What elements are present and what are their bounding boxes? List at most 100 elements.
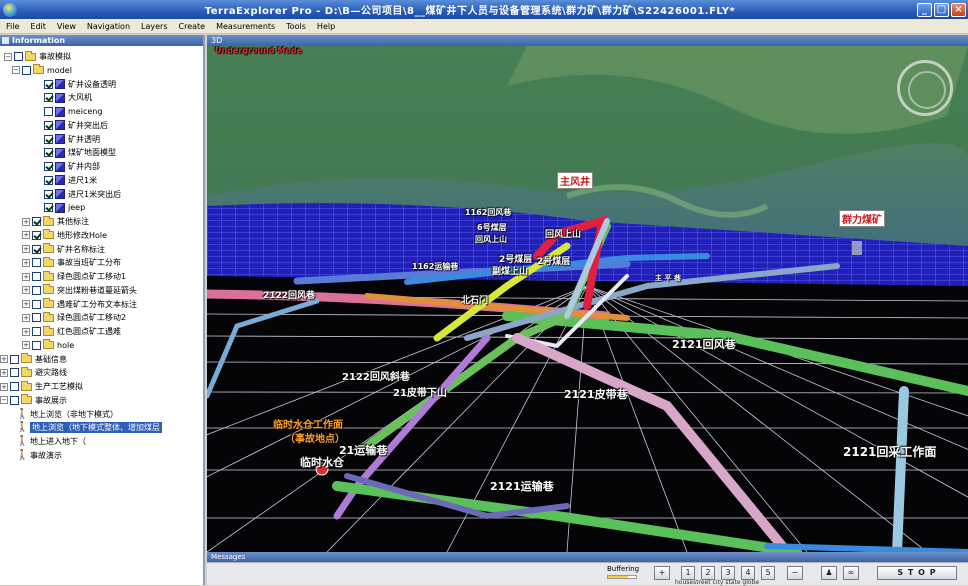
menu-tools[interactable]: Tools [286,22,306,31]
tree-item[interactable]: 矿井设备透明 [44,78,116,91]
expand-toggle-icon[interactable]: + [22,217,30,226]
tree-checkbox[interactable] [10,395,19,405]
tree-item[interactable]: + 红色圆点矿工遇难 [22,325,121,338]
tree-item[interactable]: + 绿色圆点矿工移动2 [22,311,126,324]
scene-viewport[interactable]: Underground Mode 主风井 群力煤矿 1162回风巷 6号煤层 回… [207,46,968,552]
tree-checkbox[interactable] [44,203,53,213]
pin-icon[interactable] [2,37,9,44]
tree-checkbox[interactable] [32,230,41,240]
tree-item[interactable]: 🚶 事故演示 [16,449,62,462]
zoom-in-button[interactable]: + [654,566,670,580]
minimize-button[interactable]: _ [917,2,932,17]
scene-canvas[interactable] [207,46,968,552]
tree-item[interactable]: 矿井透明 [44,133,100,146]
tree-item[interactable]: 大风机 [44,91,92,104]
tree-checkbox[interactable] [32,244,41,254]
preset-1-button[interactable]: 1 [681,566,695,580]
expand-toggle-icon[interactable]: + [0,382,8,391]
walk-icon[interactable]: ♟ [821,566,837,580]
expand-toggle-icon[interactable]: + [22,245,30,253]
close-button[interactable]: × [951,2,966,17]
expand-toggle-icon[interactable]: + [22,341,30,350]
tree-checkbox[interactable] [44,162,53,171]
tree-item[interactable]: + 事故当班矿工分布 [22,256,121,269]
expand-toggle-icon[interactable]: + [22,231,30,240]
tree-checkbox[interactable] [10,382,19,391]
tree-checkbox[interactable] [14,52,23,61]
tree-checkbox[interactable] [32,327,41,336]
preset-5-button[interactable]: 5 [761,566,775,580]
menu-view[interactable]: View [57,22,76,31]
tree-item[interactable]: + 避灾路线 [0,366,67,379]
tree-checkbox[interactable] [44,148,53,158]
expand-toggle-icon[interactable]: − [4,52,12,61]
tree-item[interactable]: 煤矿地面模型 [44,146,116,159]
tree-item[interactable]: − model [12,64,72,77]
tree-checkbox[interactable] [44,120,53,130]
tree-item[interactable]: 🚶 地上浏览（非地下模式） [16,408,118,421]
expand-toggle-icon[interactable]: + [0,368,8,377]
tree-item[interactable]: + 突出煤粉巷道蔓延箭头 [22,284,137,297]
tree-item[interactable]: 🚶 地上浏览（地下模式整体、增加煤层 [16,421,162,434]
expand-toggle-icon[interactable]: + [0,355,8,363]
tree-item[interactable]: + 其他标注 [22,215,89,228]
tree-checkbox[interactable] [44,134,53,144]
tree-checkbox[interactable] [10,354,19,364]
tree-item[interactable]: jeep [44,201,85,214]
compass-icon[interactable] [897,60,953,116]
menu-navigation[interactable]: Navigation [87,22,130,31]
zoom-out-button[interactable]: − [787,566,803,580]
tree-item[interactable]: 进尺1米 [44,174,97,187]
tree-item[interactable]: 矿井内部 [44,160,100,173]
menu-create[interactable]: Create [179,22,206,31]
tree-item[interactable]: + hole [22,339,74,352]
expand-toggle-icon[interactable]: + [22,272,30,281]
tree-item[interactable]: 矿井突出后 [44,119,108,132]
tree-item[interactable]: + 遇难矿工分布文本标注 [22,298,137,311]
tree-item[interactable]: + 地形修改Hole [22,229,107,242]
tree-checkbox[interactable] [10,368,19,378]
menu-help[interactable]: Help [317,22,335,31]
tree-checkbox[interactable] [44,93,53,103]
walker-icon: 🚶 [16,449,29,461]
menu-measurements[interactable]: Measurements [216,22,275,31]
expand-toggle-icon[interactable]: + [22,286,30,295]
tree-checkbox[interactable] [32,340,41,350]
expand-toggle-icon[interactable]: + [22,258,30,267]
expand-toggle-icon[interactable]: − [0,396,8,405]
maximize-button[interactable]: □ [934,2,949,17]
tree-checkbox[interactable] [32,258,41,268]
tree-checkbox[interactable] [32,272,41,281]
tree-item[interactable]: + 矿井名称标注 [22,243,105,256]
tree-checkbox[interactable] [32,299,41,309]
tree-checkbox[interactable] [32,313,41,323]
messages-bar[interactable]: Messages [207,552,968,562]
tree-item[interactable]: − 事故模拟 [4,50,71,63]
tree-item[interactable]: 🚶 地上进入地下（ [16,435,86,448]
expand-toggle-icon[interactable]: + [22,313,30,322]
link-icon[interactable]: ∞ [843,566,859,580]
tree-checkbox[interactable] [32,217,41,226]
tree-checkbox[interactable] [32,285,41,295]
menu-layers[interactable]: Layers [141,22,167,31]
tree-checkbox[interactable] [44,189,53,199]
tree-item[interactable]: + 绿色圆点矿工移动1 [22,270,126,283]
tree-checkbox[interactable] [44,175,53,185]
stop-button[interactable]: S T O P [877,566,957,580]
expand-toggle-icon[interactable]: + [22,327,30,336]
tree-item[interactable]: 进尺1米突出后 [44,188,121,201]
expand-toggle-icon[interactable]: − [12,66,20,75]
preset-3-button[interactable]: 3 [721,566,735,580]
tree-item[interactable]: + 生产工艺模拟 [0,380,83,393]
expand-toggle-icon[interactable]: + [22,300,30,308]
tree-item[interactable]: meiceng [44,105,102,118]
menu-file[interactable]: File [6,22,19,31]
tree-item[interactable]: − 事故展示 [0,394,67,407]
preset-4-button[interactable]: 4 [741,566,755,580]
menu-edit[interactable]: Edit [30,22,46,31]
tree-item[interactable]: + 基础信息 [0,353,67,366]
tree-checkbox[interactable] [44,79,53,89]
tree-checkbox[interactable] [44,107,53,116]
preset-2-button[interactable]: 2 [701,566,715,580]
tree-checkbox[interactable] [22,65,31,75]
